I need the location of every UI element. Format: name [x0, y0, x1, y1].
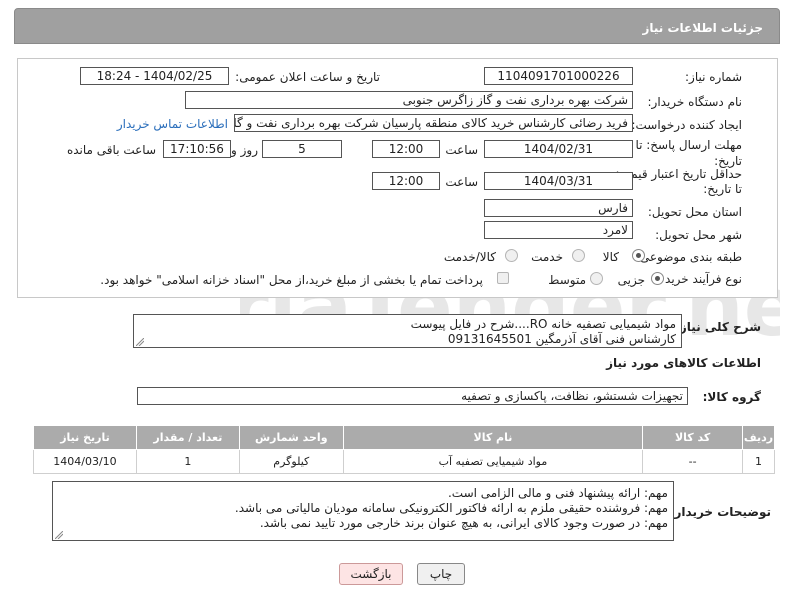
col-code-header: کد کالا: [642, 425, 744, 450]
col-name-header: نام کالا: [342, 425, 644, 450]
description-label: شرح کلی نیاز:: [675, 320, 761, 334]
category-label: طبقه بندی موضوعی:: [635, 250, 742, 264]
buyer-org-field: شرکت بهره برداری نفت و گاز زاگرس جنوبی: [185, 91, 633, 109]
goods-table-header: ردیف کد کالا نام کالا واحد شمارش تعداد /…: [33, 425, 775, 450]
col-date-header: تاریخ نیاز: [33, 425, 137, 450]
cell-date: 1404/03/10: [33, 449, 137, 474]
city-label: شهر محل تحویل:: [655, 228, 742, 242]
category-goods-radio[interactable]: [632, 249, 645, 262]
price-time-label: ساعت: [445, 175, 478, 189]
description-line-1: مواد شیمیایی تصفیه خانه RO....شرح در فای…: [410, 317, 676, 331]
goods-table: ردیف کد کالا نام کالا واحد شمارش تعداد /…: [33, 425, 775, 474]
table-row: 1 -- مواد شیمیایی تصفیه آب کیلوگرم 1 140…: [33, 449, 775, 474]
province-field: فارس: [484, 199, 633, 217]
description-line-2: کارشناس فنی آقای آذرمگین 09131645501: [447, 332, 676, 346]
buyer-org-label: نام دستگاه خریدار:: [647, 95, 743, 109]
deadline-date-field: 1404/02/31: [484, 140, 633, 158]
resize-grip-icon[interactable]: [55, 531, 63, 539]
price-date-field: 1404/03/31: [484, 172, 633, 190]
cell-name: مواد شیمیایی تصفیه آب: [342, 449, 644, 474]
requester-label: ایجاد کننده درخواست:: [631, 118, 742, 132]
purchase-minor-label: جزیی: [617, 273, 645, 287]
need-number-field: 1104091701000226: [484, 67, 633, 85]
days-label: روز و: [231, 143, 258, 157]
city-field: لامرد: [484, 221, 633, 239]
purchase-medium-label: متوسط: [548, 273, 586, 287]
remaining-time-field: 17:10:56: [163, 140, 231, 158]
col-qty-header: تعداد / مقدار: [135, 425, 240, 450]
category-goods-label: کالا: [602, 250, 619, 264]
price-time-field: 12:00: [372, 172, 440, 190]
goods-group-label: گروه کالا:: [702, 390, 761, 404]
description-textarea[interactable]: مواد شیمیایی تصفیه خانه RO....شرح در فای…: [133, 314, 682, 348]
col-unit-header: واحد شمارش: [238, 425, 344, 450]
resize-grip-icon[interactable]: [136, 338, 144, 346]
buyer-notes-textarea[interactable]: مهم: ارائه پیشنهاد فنی و مالی الزامی است…: [52, 481, 674, 541]
back-button[interactable]: بازگشت: [339, 563, 403, 585]
category-both-label: کالا/خدمت: [443, 250, 496, 264]
requester-field: فرید رضائی کارشناس خرید کالای منطقه پارس…: [234, 114, 633, 132]
col-row-header: ردیف: [742, 425, 775, 450]
buyer-note-line-3: مهم: در صورت وجود کالای ایرانی، به هیچ ع…: [259, 516, 668, 530]
buyer-notes-label: توضیحات خریدار:: [669, 505, 771, 519]
cell-unit: کیلوگرم: [238, 449, 344, 474]
purchase-type-label: نوع فرآیند خرید :: [657, 272, 742, 286]
contact-info-link[interactable]: اطلاعات تماس خریدار: [117, 117, 228, 131]
deadline-time-field: 12:00: [372, 140, 440, 158]
page-header: جزئیات اطلاعات نیاز: [14, 8, 780, 44]
price-validity-label-line1: حداقل تاریخ اعتبار قیمت:: [615, 167, 742, 181]
goods-group-field: تجهیزات شستشو، نظافت، پاکسازی و تصفیه: [137, 387, 688, 405]
cell-code: --: [642, 449, 744, 474]
announce-label: تاریخ و ساعت اعلان عمومی:: [235, 70, 380, 84]
deadline-time-label: ساعت: [445, 143, 478, 157]
cell-qty: 1: [135, 449, 240, 474]
treasury-payment-note: پرداخت تمام یا بخشی از مبلغ خرید،از محل …: [100, 273, 483, 287]
need-number-label: شماره نیاز:: [685, 70, 742, 84]
goods-section-title: اطلاعات کالاهای مورد نیاز: [606, 356, 761, 370]
province-label: استان محل تحویل:: [647, 205, 742, 219]
remaining-label: ساعت باقی مانده: [66, 143, 156, 157]
buyer-note-line-1: مهم: ارائه پیشنهاد فنی و مالی الزامی است…: [447, 486, 668, 500]
purchase-minor-radio[interactable]: [651, 272, 664, 285]
category-both-radio[interactable]: [505, 249, 518, 262]
announce-field: 1404/02/25 - 18:24: [80, 67, 229, 85]
deadline-label-line2: تاریخ:: [714, 154, 742, 168]
purchase-medium-radio[interactable]: [590, 272, 603, 285]
buyer-note-line-2: مهم: فروشنده حقیقی ملزم به ارائه فاکتور …: [234, 501, 668, 515]
deadline-label-line1: مهلت ارسال پاسخ: تا: [635, 138, 742, 152]
category-service-radio[interactable]: [572, 249, 585, 262]
print-button[interactable]: چاپ: [417, 563, 465, 585]
days-field: 5: [262, 140, 342, 158]
category-service-label: خدمت: [531, 250, 563, 264]
price-validity-label-line2: تا تاریخ:: [703, 182, 742, 196]
treasury-payment-checkbox[interactable]: [497, 272, 509, 284]
cell-row: 1: [742, 449, 775, 474]
